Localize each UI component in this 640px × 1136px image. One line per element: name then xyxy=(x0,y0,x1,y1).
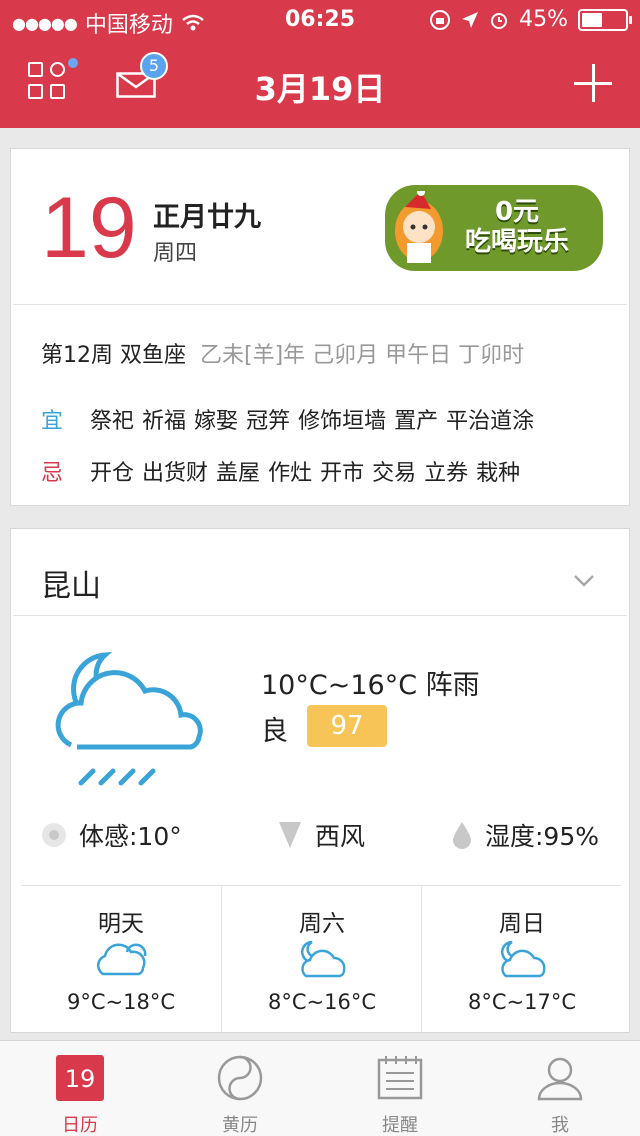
day-number: 19 xyxy=(41,180,137,276)
tab-label: 提醒 xyxy=(382,1115,418,1136)
app-header: ●●●●● 中国移动 06:25 45% 5 3月19日 xyxy=(0,0,640,128)
humidity-text: 湿度:95% xyxy=(485,822,599,851)
week-info: 第12周 双鱼座 乙未[羊]年 己卯月 甲午日 丁卯时 xyxy=(41,337,524,369)
yi-item: 置产 xyxy=(394,409,439,434)
tab-label: 日历 xyxy=(62,1115,98,1136)
yi-item: 嫁娶 xyxy=(194,409,239,434)
battery-percent: 45% xyxy=(519,7,568,32)
promo-character-image xyxy=(395,191,443,263)
divider xyxy=(13,304,627,305)
forecast-item[interactable]: 周六 8°C~16°C xyxy=(221,886,421,1032)
forecast-day: 周六 xyxy=(299,911,345,937)
city-name: 昆山 xyxy=(41,569,101,604)
page-title: 3月19日 xyxy=(254,70,386,108)
yi-item: 修饰垣墙 xyxy=(298,409,387,434)
moon-cloud-rain-icon xyxy=(55,651,203,786)
temperature-range: 10°C~16°C 阵雨 xyxy=(261,670,480,701)
humidity-drop-icon xyxy=(453,822,471,849)
lunar-date: 正月廿九 xyxy=(153,202,261,233)
ji-item: 盖屋 xyxy=(216,461,261,486)
ji-row: 忌 开仓 出货财 盖屋 作灶 开市 交易 立券 栽种 xyxy=(41,455,528,487)
tab-label: 我 xyxy=(551,1115,569,1136)
moon-cloud-icon xyxy=(500,940,546,978)
wind-text: 西风 xyxy=(315,822,366,851)
air-quality-label: 良 xyxy=(261,716,288,747)
weekday-label: 周四 xyxy=(153,241,198,266)
forecast-item[interactable]: 周日 8°C~17°C xyxy=(421,886,621,1032)
status-bar: ●●●●● 中国移动 06:25 45% xyxy=(0,0,640,40)
forecast-row: 明天 9°C~18°C 周六 8°C~16°C 周日 8°C~17°C xyxy=(21,885,621,1032)
forecast-temp: 8°C~16°C xyxy=(267,990,376,1014)
rotation-lock-icon xyxy=(430,9,451,30)
alarm-icon xyxy=(491,12,508,29)
notepad-icon xyxy=(377,1056,423,1100)
ji-item: 交易 xyxy=(372,461,417,486)
add-icon[interactable] xyxy=(574,64,614,104)
ji-item: 栽种 xyxy=(476,461,521,486)
ji-item: 立券 xyxy=(424,461,469,486)
ji-item: 出货财 xyxy=(142,461,209,486)
tab-reminder[interactable]: 提醒 xyxy=(320,1041,480,1136)
tab-label: 黄历 xyxy=(222,1115,258,1136)
yi-row: 宜 祭祀 祈福 嫁娶 冠笄 修饰垣墙 置产 平治道涂 xyxy=(41,403,542,435)
feels-like-icon xyxy=(42,823,66,847)
tab-me[interactable]: 我 xyxy=(480,1041,640,1136)
yi-item: 冠笄 xyxy=(246,409,291,434)
ji-label: 忌 xyxy=(41,461,64,486)
wind-direction-icon xyxy=(279,822,301,848)
chevron-down-icon[interactable] xyxy=(573,569,595,591)
tab-almanac[interactable]: 黄历 xyxy=(160,1041,320,1136)
weather-card: 昆山 10°C~16°C 阵雨 良 97 体感:10° 西风 湿度:95% 明天… xyxy=(10,528,630,1033)
promo-text: 0元 吃喝玩乐 xyxy=(464,197,569,257)
week-zodiac: 第12周 双鱼座 xyxy=(41,343,186,368)
feels-like-text: 体感:10° xyxy=(79,822,182,851)
yin-yang-icon xyxy=(217,1055,263,1101)
forecast-day: 周日 xyxy=(499,911,545,937)
calendar-icon: 19 xyxy=(56,1055,104,1101)
forecast-temp: 8°C~17°C xyxy=(467,990,576,1014)
yi-item: 祈福 xyxy=(142,409,187,434)
ji-item: 开市 xyxy=(320,461,365,486)
forecast-temp: 9°C~18°C xyxy=(66,990,175,1014)
date-card: 19 正月廿九 周四 0元 吃喝玩乐 第12周 双鱼座 乙未[羊]年 己卯月 甲午… xyxy=(10,148,630,506)
ji-item: 开仓 xyxy=(90,461,135,486)
wind: 西风 xyxy=(277,817,365,853)
location-icon xyxy=(462,11,479,28)
feels-like: 体感:10° xyxy=(41,817,182,853)
ji-item: 作灶 xyxy=(268,461,313,486)
forecast-item[interactable]: 明天 9°C~18°C xyxy=(21,886,221,1032)
cloud-icon xyxy=(96,943,147,976)
battery-icon xyxy=(578,8,632,31)
ganzhi-text: 乙未[羊]年 己卯月 甲午日 丁卯时 xyxy=(200,343,525,368)
moon-cloud-icon xyxy=(300,940,346,978)
user-icon xyxy=(537,1057,583,1101)
tab-calendar[interactable]: 19 日历 xyxy=(0,1041,160,1136)
yi-label: 宜 xyxy=(41,409,64,434)
yi-item: 祭祀 xyxy=(90,409,135,434)
yi-item: 平治道涂 xyxy=(446,409,535,434)
divider xyxy=(13,615,627,616)
aqi-badge: 97 xyxy=(307,705,387,747)
forecast-day: 明天 xyxy=(98,911,144,937)
humidity: 湿度:95% xyxy=(451,817,599,853)
tab-bar: 19 日历 黄历 提醒 我 xyxy=(0,1040,640,1136)
